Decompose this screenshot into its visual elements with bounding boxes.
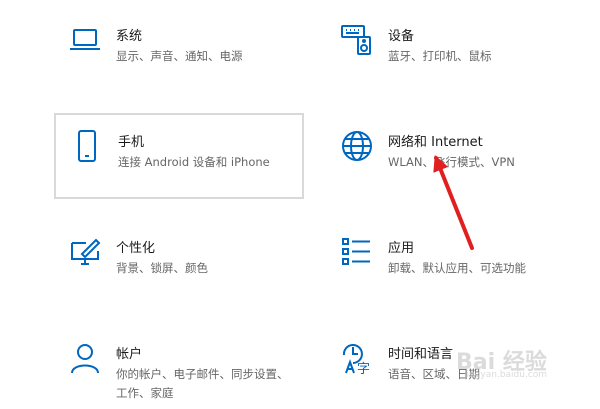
- tile-description: 显示、声音、通知、电源: [116, 49, 243, 63]
- tile-title: 设备: [388, 29, 415, 44]
- settings-tile-phone[interactable]: 手机 连接 Android 设备和 iPhone: [54, 113, 304, 199]
- settings-tile-apps[interactable]: 应用 卸载、默认应用、可选功能: [324, 219, 572, 303]
- tile-title: 应用: [388, 241, 415, 256]
- settings-tile-devices[interactable]: 设备 蓝牙、打印机、鼠标: [324, 7, 572, 91]
- tile-description: 连接 Android 设备和 iPhone: [118, 155, 270, 169]
- keyboard-speaker-icon: [340, 23, 374, 57]
- app-list-icon: [340, 235, 374, 269]
- paint-monitor-icon: [68, 235, 102, 269]
- svg-text:字: 字: [357, 362, 370, 375]
- tile-title: 网络和 Internet: [388, 135, 483, 150]
- time-language-icon: 字: [340, 341, 374, 375]
- settings-tile-network[interactable]: 网络和 Internet WLAN、飞行模式、VPN: [324, 113, 572, 197]
- watermark-url: jingyan.baidu.com: [464, 370, 548, 380]
- tile-description: 卸载、默认应用、可选功能: [388, 261, 526, 275]
- tile-title: 帐户: [116, 347, 143, 362]
- tile-description: 蓝牙、打印机、鼠标: [388, 49, 492, 63]
- globe-icon: [340, 129, 374, 163]
- watermark: Bai 经验 jingyan.baidu.com: [450, 336, 590, 386]
- settings-tile-system[interactable]: 系统 显示、声音、通知、电源: [52, 7, 300, 91]
- tile-title: 系统: [116, 29, 143, 44]
- tile-title: 时间和语言: [388, 347, 454, 362]
- person-icon: [68, 341, 102, 375]
- laptop-icon: [68, 23, 102, 57]
- settings-tile-personalization[interactable]: 个性化 背景、锁屏、颜色: [52, 219, 300, 303]
- tile-description: WLAN、飞行模式、VPN: [388, 155, 515, 169]
- tile-description: 你的帐户、电子邮件、同步设置、工作、家庭: [116, 367, 289, 400]
- tile-title: 手机: [118, 135, 145, 150]
- phone-icon: [70, 129, 104, 163]
- settings-tile-accounts[interactable]: 帐户 你的帐户、电子邮件、同步设置、工作、家庭: [52, 325, 300, 409]
- tile-description: 背景、锁屏、颜色: [116, 261, 208, 275]
- tile-title: 个性化: [116, 241, 156, 256]
